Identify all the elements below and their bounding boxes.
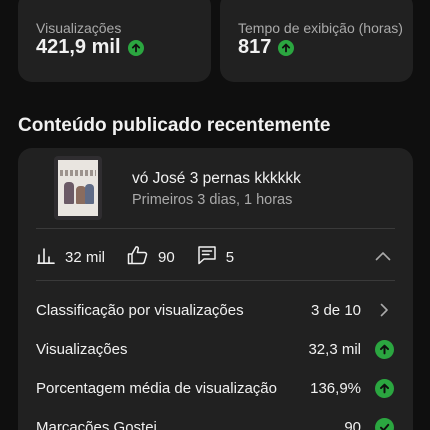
chevron-up-icon <box>375 248 391 266</box>
likes-row: Marcações Gostei 90 <box>36 415 395 430</box>
row-label: Porcentagem média de visualização <box>36 379 277 397</box>
check-icon <box>374 417 394 430</box>
stat-label: Tempo de exibição (horas) <box>238 20 403 36</box>
up-arrow-icon <box>374 339 394 359</box>
likes-count: 90 <box>158 248 175 266</box>
collapse-button[interactable] <box>371 245 395 269</box>
row-value: 90 <box>344 418 361 430</box>
row-label: Visualizações <box>36 340 128 358</box>
views-count: 32 mil <box>65 248 106 266</box>
up-arrow-icon <box>374 378 394 398</box>
stat-card-views[interactable]: Visualizações 421,9 mil <box>18 0 211 82</box>
video-thumbnail[interactable] <box>54 156 102 220</box>
ranking-row[interactable]: Classificação por visualizações 3 de 10 <box>36 298 395 322</box>
up-arrow-icon <box>278 39 295 56</box>
video-subtitle: Primeiros 3 dias, 1 horas <box>132 192 293 208</box>
avg-percentage-row: Porcentagem média de visualização 136,9% <box>36 376 395 400</box>
thumbs-up-icon <box>127 245 149 269</box>
stat-value: 817 <box>238 36 272 58</box>
stat-value: 421,9 mil <box>36 36 121 58</box>
views-metric: 32 mil <box>36 246 105 268</box>
row-value: 136,9% <box>310 379 361 397</box>
recent-content-card: vó José 3 pernas kkkkkk Primeiros 3 dias… <box>18 148 413 430</box>
bar-chart-icon <box>36 246 56 268</box>
up-arrow-icon <box>127 39 144 56</box>
chevron-right-icon <box>373 303 395 317</box>
views-row: Visualizações 32,3 mil <box>36 337 395 361</box>
comments-metric: 5 <box>197 245 234 269</box>
divider <box>36 228 395 229</box>
comments-count: 5 <box>225 248 235 266</box>
row-label: Classificação por visualizações <box>36 301 244 319</box>
comment-icon <box>197 245 217 269</box>
stat-label: Visualizações <box>36 20 122 36</box>
likes-metric: 90 <box>127 245 175 269</box>
row-label: Marcações Gostei <box>36 418 157 430</box>
video-title[interactable]: vó José 3 pernas kkkkkk <box>132 170 301 188</box>
row-value: 3 de 10 <box>310 301 361 319</box>
stat-card-watch-time[interactable]: Tempo de exibição (horas) 817 <box>220 0 413 82</box>
metrics-row: 32 mil 90 5 <box>36 245 395 269</box>
row-value: 32,3 mil <box>308 340 361 358</box>
section-title: Conteúdo publicado recentemente <box>18 115 331 136</box>
divider <box>36 280 395 281</box>
